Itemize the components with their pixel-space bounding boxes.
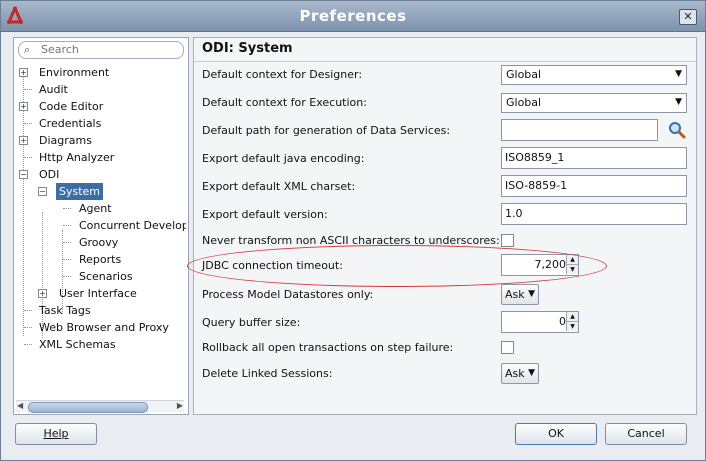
scroll-left-icon[interactable]: ◀ <box>17 401 23 410</box>
chevron-down-icon: ▼ <box>675 69 682 79</box>
tree-connector <box>24 344 32 345</box>
field-value: 1.0 <box>505 207 523 220</box>
cancel-button[interactable]: Cancel <box>605 423 687 445</box>
search-field[interactable]: ⌕ <box>18 41 184 59</box>
context-execution-label: Default context for Execution: <box>202 96 367 109</box>
tree-item-label: Code Editor <box>39 100 104 113</box>
tree-item-label: Concurrent Develop <box>79 219 186 232</box>
dropdown-value: Ask <box>505 367 525 380</box>
increment-arrow-icon[interactable]: ▲ <box>566 255 578 265</box>
tree-item-label: Diagrams <box>39 134 92 147</box>
ok-button[interactable]: OK <box>515 423 597 445</box>
tree-connector <box>24 157 32 158</box>
process-model-label: Process Model Datastores only: <box>202 288 374 301</box>
decrement-arrow-icon[interactable]: ▼ <box>566 265 578 274</box>
dropdown-value: Global <box>506 68 542 81</box>
export-version-label: Export default version: <box>202 208 328 221</box>
never-transform-checkbox[interactable] <box>501 234 514 247</box>
data-services-path-input[interactable] <box>501 119 658 141</box>
collapse-minus-icon[interactable]: − <box>38 187 47 196</box>
data-services-path-label: Default path for generation of Data Serv… <box>202 124 451 137</box>
settings-panel: ODI: System Default context for Designer… <box>193 37 697 415</box>
query-buffer-spinner[interactable]: 0 ▲ ▼ <box>501 311 579 333</box>
preferences-tree-panel: ⌕ + Environment Audit + Code Editor Cred… <box>13 37 189 415</box>
category-tree: + Environment Audit + Code Editor Creden… <box>14 64 186 398</box>
increment-arrow-icon[interactable]: ▲ <box>566 312 578 322</box>
tree-item-label: XML Schemas <box>39 338 116 351</box>
tree-item-label: Credentials <box>39 117 102 130</box>
tree-item-label: Audit <box>39 83 68 96</box>
tree-item-label: Scenarios <box>79 270 133 283</box>
chevron-down-icon: ▼ <box>528 289 535 299</box>
delete-linked-dropdown[interactable]: Ask ▼ <box>501 363 539 384</box>
tree-item-label: Reports <box>79 253 122 266</box>
expand-plus-icon[interactable]: + <box>19 68 28 77</box>
spinner-value: 0 <box>559 315 566 328</box>
preferences-dialog: Preferences ✕ ⌕ + Environment Audit + Co… <box>0 0 706 461</box>
tree-horizontal-scrollbar[interactable]: ◀ ▶ <box>16 400 184 413</box>
tree-item-label: Http Analyzer <box>39 151 115 164</box>
xml-charset-input[interactable]: ISO-8859-1 <box>501 175 687 197</box>
rollback-checkbox[interactable] <box>501 341 514 354</box>
dropdown-value: Ask <box>505 288 525 301</box>
dropdown-value: Global <box>506 96 542 109</box>
tree-connector <box>63 225 71 226</box>
field-value: ISO-8859-1 <box>505 179 568 192</box>
tree-connector <box>63 259 71 260</box>
search-input[interactable] <box>41 43 171 56</box>
search-icon: ⌕ <box>24 43 31 56</box>
tree-connector <box>24 310 32 311</box>
collapse-minus-icon[interactable]: − <box>19 170 28 179</box>
query-buffer-label: Query buffer size: <box>202 316 301 329</box>
xml-charset-label: Export default XML charset: <box>202 180 356 193</box>
jdbc-timeout-spinner[interactable]: 7,200 ▲ ▼ <box>501 254 579 276</box>
context-designer-dropdown[interactable]: Global ▼ <box>501 65 687 85</box>
delete-linked-label: Delete Linked Sessions: <box>202 367 333 380</box>
tree-item-label: User Interface <box>59 287 137 300</box>
expand-plus-icon[interactable]: + <box>19 102 28 111</box>
decrement-arrow-icon[interactable]: ▼ <box>566 322 578 331</box>
tree-item-label: Environment <box>39 66 110 79</box>
tree-connector <box>24 89 32 90</box>
chevron-down-icon: ▼ <box>528 368 535 378</box>
window-title: Preferences <box>299 7 407 25</box>
process-model-dropdown[interactable]: Ask ▼ <box>501 284 539 305</box>
title-bar[interactable]: Preferences ✕ <box>1 1 705 32</box>
expand-plus-icon[interactable]: + <box>38 289 47 298</box>
spinner-value: 7,200 <box>534 258 567 271</box>
tree-connector <box>24 123 32 124</box>
chevron-down-icon: ▼ <box>675 97 682 107</box>
context-execution-dropdown[interactable]: Global ▼ <box>501 93 687 113</box>
tree-connector <box>63 276 71 277</box>
field-value: ISO8859_1 <box>505 151 565 164</box>
page-title: ODI: System <box>202 41 293 56</box>
tree-connector <box>63 208 71 209</box>
context-designer-label: Default context for Designer: <box>202 68 363 81</box>
tree-item-label: ODI <box>39 168 60 181</box>
magnifier-browse-icon[interactable] <box>668 121 686 139</box>
jdbc-timeout-label: JDBC connection timeout: <box>202 259 343 272</box>
scroll-right-icon[interactable]: ▶ <box>177 401 183 410</box>
help-button[interactable]: Help <box>15 423 97 445</box>
export-version-input[interactable]: 1.0 <box>501 203 687 225</box>
rollback-label: Rollback all open transactions on step f… <box>202 341 454 354</box>
expand-plus-icon[interactable]: + <box>19 136 28 145</box>
tree-connector <box>24 327 32 328</box>
help-button-label: Help <box>43 427 69 440</box>
scrollbar-thumb[interactable] <box>28 402 148 413</box>
java-encoding-input[interactable]: ISO8859_1 <box>501 147 687 169</box>
tree-connector <box>63 242 71 243</box>
never-transform-label: Never transform non ASCII characters to … <box>202 234 500 247</box>
title-divider <box>194 61 696 62</box>
tree-item-label: Groovy <box>79 236 119 249</box>
close-icon[interactable]: ✕ <box>679 9 697 25</box>
tree-item-label: Web Browser and Proxy <box>39 321 169 334</box>
tree-item-label: Task Tags <box>39 304 91 317</box>
tree-item-label: Agent <box>79 202 112 215</box>
java-encoding-label: Export default java encoding: <box>202 152 365 165</box>
tree-item-label: System <box>56 183 104 200</box>
